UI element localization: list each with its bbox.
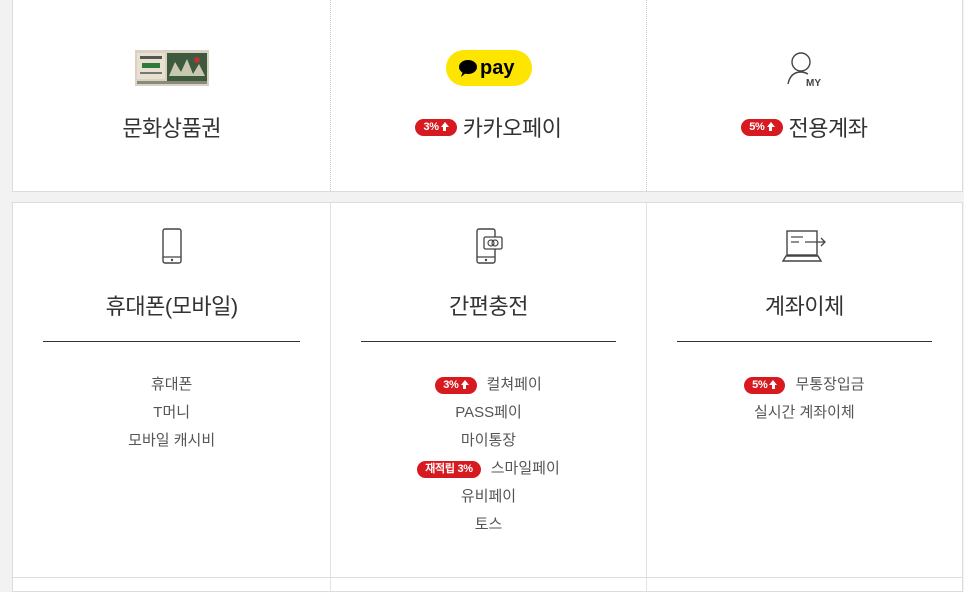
- list-item[interactable]: 유비페이: [331, 483, 645, 511]
- dedicated-account-rate-badge: 5%: [741, 118, 783, 136]
- list-item[interactable]: PASS페이: [331, 399, 645, 427]
- kakaopay-logo-icon: pay: [445, 50, 532, 86]
- easy-charge-section: 간편충전 3% 컬쳐페이 PASS페이 마이통장 재적립 3% 스마일페이 유비페이…: [331, 203, 647, 591]
- culture-gift-card-icon: [134, 50, 209, 86]
- kakaopay-option[interactable]: pay 3% 카카오페이: [331, 0, 647, 191]
- easy-charge-phone-icon: [475, 228, 503, 264]
- mobile-payment-list: 휴대폰 T머니 모바일 캐시비: [13, 371, 330, 455]
- kakaopay-title: 카카오페이: [462, 116, 562, 141]
- arrow-up-icon: [460, 379, 469, 389]
- list-item[interactable]: 재적립 3% 스마일페이: [331, 455, 645, 483]
- bank-transfer-laptop-icon: [782, 230, 827, 262]
- svg-text:pay: pay: [480, 57, 515, 79]
- bank-transfer-list: 5% 무통장입금 실시간 계좌이체: [647, 371, 962, 427]
- bottom-border: [12, 577, 963, 578]
- list-item[interactable]: 마이통장: [331, 427, 645, 455]
- kakaopay-rate-badge: 3%: [415, 118, 457, 136]
- easy-charge-title: 간편충전: [449, 294, 528, 319]
- list-item[interactable]: 5% 무통장입금: [647, 371, 962, 399]
- mobile-phone-icon: [161, 228, 182, 264]
- payment-methods-top-row: 문화상품권 pay 3% 카카오페이 MY 5% 전용계좌: [12, 0, 963, 192]
- svg-text:MY: MY: [806, 78, 821, 89]
- culture-gift-card-option[interactable]: 문화상품권: [13, 0, 332, 191]
- list-item[interactable]: 모바일 캐시비: [13, 427, 330, 455]
- dedicated-account-option[interactable]: MY 5% 전용계좌: [647, 0, 962, 191]
- mobile-payment-section: 휴대폰(모바일) 휴대폰 T머니 모바일 캐시비: [13, 203, 332, 591]
- list-item[interactable]: 토스: [331, 511, 645, 539]
- my-account-icon: MY: [787, 52, 822, 89]
- dedicated-account-title: 전용계좌: [788, 116, 868, 141]
- rate-badge: 3%: [435, 376, 477, 394]
- reaccumulate-badge: 재적립 3%: [417, 460, 481, 478]
- rate-badge: 5%: [744, 376, 786, 394]
- arrow-up-icon: [766, 121, 775, 131]
- culture-gift-card-title: 문화상품권: [122, 116, 222, 141]
- bank-transfer-title: 계좌이체: [764, 294, 844, 319]
- mobile-payment-title: 휴대폰(모바일): [105, 294, 239, 319]
- easy-charge-list: 3% 컬쳐페이 PASS페이 마이통장 재적립 3% 스마일페이 유비페이 토스: [331, 371, 645, 539]
- arrow-up-icon: [769, 379, 778, 389]
- divider: [676, 341, 932, 342]
- bank-transfer-section: 계좌이체 5% 무통장입금 실시간 계좌이체: [647, 203, 962, 591]
- divider: [361, 341, 616, 342]
- list-item[interactable]: 실시간 계좌이체: [647, 399, 962, 427]
- list-item[interactable]: 3% 컬쳐페이: [331, 371, 645, 399]
- arrow-up-icon: [440, 121, 449, 131]
- payment-methods-bottom-row: 휴대폰(모바일) 휴대폰 T머니 모바일 캐시비 간편충전 3%컬쳐페이 PA: [12, 202, 963, 592]
- divider: [43, 341, 301, 342]
- list-item[interactable]: T머니: [13, 399, 330, 427]
- list-item[interactable]: 휴대폰: [13, 371, 330, 399]
